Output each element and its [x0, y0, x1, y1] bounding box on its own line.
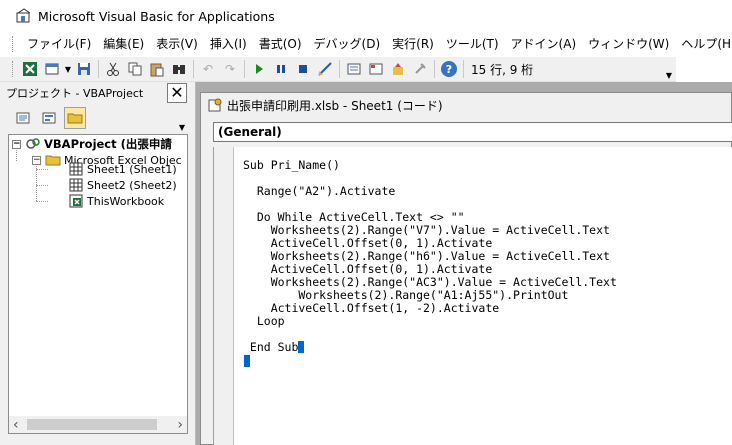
app-title: Microsoft Visual Basic for Applications	[38, 8, 275, 24]
design-mode-icon[interactable]	[314, 58, 336, 80]
workbook-icon	[68, 193, 84, 209]
collapse-icon[interactable]: −	[12, 139, 21, 149]
collapse-icon[interactable]: −	[32, 155, 41, 165]
title-bar: Microsoft Visual Basic for Applications	[0, 0, 732, 32]
project-explorer-icon[interactable]	[343, 58, 365, 80]
menu-help[interactable]: ヘルプ(H)	[675, 33, 732, 55]
toolbar-grip[interactable]	[12, 61, 15, 77]
tree-connector	[36, 201, 48, 202]
tree-item-label: ThisWorkbook	[87, 194, 165, 208]
toolbar-separator	[193, 60, 194, 78]
code-editor[interactable]: Sub Pri_Name() Range("A2").Activate Do W…	[213, 147, 732, 445]
code-window: 出張申請印刷用.xlsb - Sheet1 (コード) (General) Su…	[200, 92, 732, 445]
vba-app-icon	[16, 8, 31, 23]
toolbar-separator	[463, 60, 464, 78]
text-cursor	[244, 355, 250, 367]
help-icon[interactable]: ?	[438, 58, 460, 80]
menu-addins[interactable]: アドイン(A)	[505, 33, 583, 55]
tree-item-sheet2[interactable]: Sheet2 (Sheet2)	[68, 177, 177, 193]
scrollbar-thumb[interactable]	[27, 419, 157, 430]
menu-debug[interactable]: デバッグ(D)	[308, 33, 387, 55]
undo-icon[interactable]: ↶	[197, 58, 219, 80]
worksheet-icon	[68, 177, 84, 193]
toolbar-separator	[98, 60, 99, 78]
scroll-left-icon[interactable]: ‹	[13, 417, 19, 433]
folder-icon	[45, 152, 61, 168]
menu-run[interactable]: 実行(R)	[386, 33, 440, 55]
vba-project-icon	[25, 136, 41, 152]
insert-module-icon[interactable]	[41, 58, 63, 80]
project-tree: − VBAProject (出張申請 − Microsoft Excel Obj…	[8, 134, 188, 434]
project-pane-title: プロジェクト - VBAProject	[6, 87, 144, 100]
object-browser-icon[interactable]	[387, 58, 409, 80]
paste-icon[interactable]	[146, 58, 168, 80]
code-line: Sub Pri_Name()	[243, 158, 340, 172]
menu-tools[interactable]: ツール(T)	[440, 33, 505, 55]
view-excel-icon[interactable]	[19, 58, 41, 80]
menu-edit[interactable]: 編集(E)	[97, 33, 150, 55]
view-code-icon[interactable]	[12, 107, 34, 129]
menu-view[interactable]: 表示(V)	[150, 33, 204, 55]
toolbar-separator	[244, 60, 245, 78]
save-icon[interactable]	[73, 58, 95, 80]
view-object-icon[interactable]	[38, 107, 60, 129]
project-pane-header: プロジェクト - VBAProject ✕	[0, 82, 195, 104]
code-window-title: 出張申請印刷用.xlsb - Sheet1 (コード)	[227, 98, 443, 113]
mdi-client-area: 出張申請印刷用.xlsb - Sheet1 (コード) (General) Su…	[196, 82, 732, 445]
tree-item-label: VBAProject (出張申請	[44, 137, 172, 151]
cut-icon[interactable]	[102, 58, 124, 80]
menubar-grip[interactable]	[12, 36, 13, 52]
code-line: Loop	[243, 314, 285, 328]
scroll-down-icon[interactable]: ▼	[177, 110, 187, 132]
tree-item-label: Sheet2 (Sheet2)	[87, 178, 177, 192]
reset-icon[interactable]	[292, 58, 314, 80]
toggle-folders-icon[interactable]	[64, 107, 86, 129]
menu-file[interactable]: ファイル(F)	[21, 33, 97, 55]
properties-icon[interactable]	[365, 58, 387, 80]
menu-bar: ファイル(F) 編集(E) 表示(V) 挿入(I) 書式(O) デバッグ(D) …	[0, 32, 732, 56]
code-window-icon	[208, 98, 222, 112]
toolbar-separator	[339, 60, 340, 78]
dropdown-arrow-icon[interactable]: ▼	[63, 58, 73, 80]
project-explorer-pane: プロジェクト - VBAProject ✕ ▼ − VBAProject (出張…	[0, 82, 196, 445]
tree-item-sheet1[interactable]: Sheet1 (Sheet1)	[68, 161, 177, 177]
toolbar-separator	[434, 60, 435, 78]
find-icon[interactable]	[168, 58, 190, 80]
close-icon[interactable]: ✕	[167, 83, 187, 103]
standard-toolbar: ▼ ↶ ↷ ? 15 行, 9 桁 ▼	[0, 57, 676, 82]
menu-insert[interactable]: 挿入(I)	[204, 33, 253, 55]
tree-item-thisworkbook[interactable]: ThisWorkbook	[68, 193, 164, 209]
break-icon[interactable]	[270, 58, 292, 80]
toolbox-icon[interactable]	[409, 58, 431, 80]
code-window-title-bar[interactable]: 出張申請印刷用.xlsb - Sheet1 (コード)	[201, 93, 731, 117]
code-text[interactable]: Sub Pri_Name() Range("A2").Activate Do W…	[243, 159, 617, 354]
project-pane-toolbar: ▼	[0, 104, 195, 132]
margin-indicator-bar[interactable]	[214, 147, 234, 445]
selection-highlight	[298, 341, 304, 353]
tree-item-label: Sheet1 (Sheet1)	[87, 162, 177, 176]
cursor-position-status: 15 行, 9 桁	[471, 62, 534, 77]
menu-format[interactable]: 書式(O)	[253, 33, 308, 55]
redo-icon[interactable]: ↷	[219, 58, 241, 80]
tree-item-project[interactable]: − VBAProject (出張申請	[12, 136, 172, 152]
horizontal-scrollbar[interactable]: ‹ ›	[9, 416, 187, 433]
menu-window[interactable]: ウィンドウ(W)	[582, 33, 675, 55]
toolbar-overflow-icon[interactable]: ▼	[664, 60, 674, 80]
worksheet-icon	[68, 161, 84, 177]
svg-text:?: ?	[446, 63, 452, 76]
scroll-right-icon[interactable]: ›	[177, 417, 183, 433]
copy-icon[interactable]	[124, 58, 146, 80]
tree-connector	[36, 185, 48, 186]
tree-connector	[36, 169, 48, 170]
code-line: Range("A2").Activate	[243, 184, 396, 198]
object-dropdown[interactable]: (General)	[213, 122, 732, 142]
code-line: ActiveCell.Offset(1, -2).Activate	[243, 301, 500, 315]
run-icon[interactable]	[248, 58, 270, 80]
